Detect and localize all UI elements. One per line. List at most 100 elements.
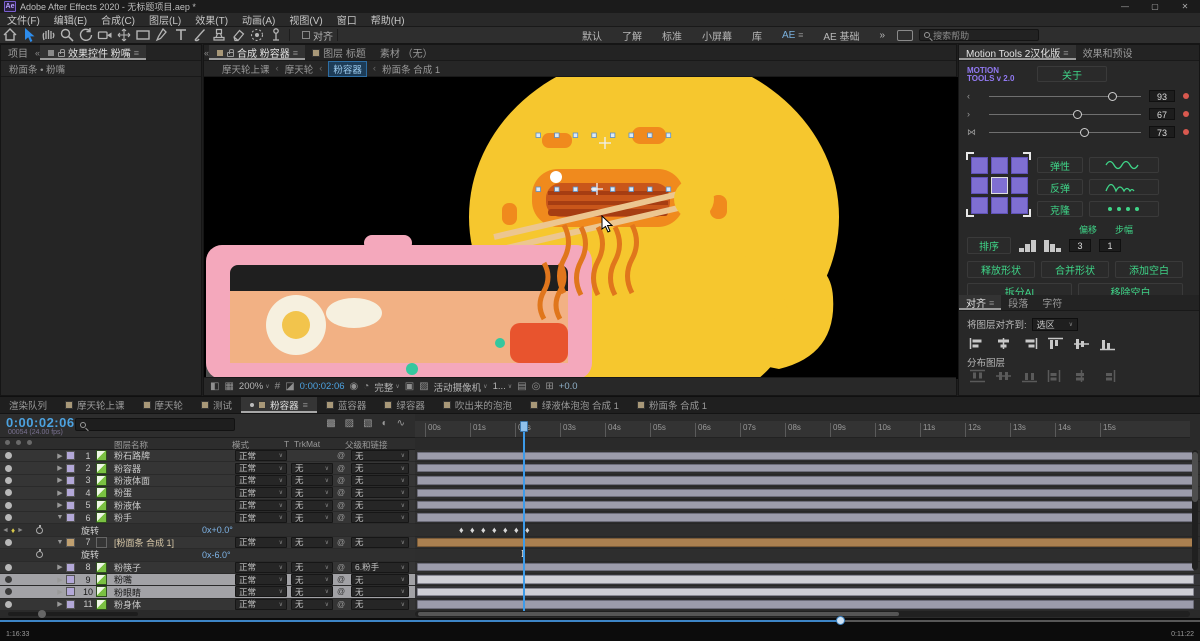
parent-dropdown[interactable]: 无∨ — [351, 487, 415, 498]
preview-monitor-icon[interactable]: ▦ — [224, 381, 233, 392]
keyframe-dot-icon[interactable] — [1183, 111, 1189, 117]
clone-dots-icon[interactable] — [1089, 201, 1159, 217]
media-browser-icon[interactable] — [897, 30, 913, 41]
grid-guides-icon[interactable]: # — [275, 381, 281, 392]
current-keyframe-icon[interactable]: ♦ — [11, 526, 15, 535]
frame-blend-icon[interactable]: ▧ — [363, 418, 372, 429]
bounce-button[interactable]: 反弹 — [1037, 179, 1083, 195]
eraser-tool-icon[interactable] — [228, 28, 247, 43]
layer-track[interactable]: I — [415, 549, 1200, 561]
comp-breadcrumb-3[interactable]: 粉面条 合成 1 — [382, 62, 440, 76]
timeline-tab-0[interactable]: 渲染队列 — [0, 397, 56, 413]
parent-dropdown[interactable]: 无∨ — [351, 574, 415, 585]
align-checkbox[interactable] — [302, 31, 310, 39]
hscroll-thumb[interactable] — [418, 612, 899, 616]
viewer-tab-2[interactable]: 素材 （无） — [373, 45, 440, 60]
stopwatch-icon[interactable] — [36, 527, 43, 534]
pick-whip-icon[interactable]: @ — [337, 451, 351, 460]
distribute-top-icon[interactable] — [969, 369, 986, 383]
timeline-tab-3[interactable]: 测试 — [192, 397, 241, 413]
comp-breadcrumb-2[interactable]: 粉容器 — [328, 61, 367, 77]
player-progress-track[interactable] — [0, 620, 1200, 622]
keyframe-icon[interactable]: ♦ — [470, 525, 475, 535]
panel-menu-icon[interactable]: ≡ — [303, 400, 308, 410]
layer-track[interactable] — [415, 537, 1200, 549]
mask-visibility-icon[interactable]: ◪ — [285, 381, 294, 392]
playhead-handle[interactable] — [520, 421, 528, 432]
puppet-tool-icon[interactable] — [266, 28, 285, 43]
pick-whip-icon[interactable]: @ — [337, 464, 351, 473]
next-keyframe-icon[interactable]: ► — [17, 527, 24, 534]
trkmat-dropdown[interactable]: 无∨ — [291, 512, 337, 523]
label-color-swatch[interactable] — [66, 563, 80, 572]
elastic-curve-icon[interactable] — [1089, 157, 1159, 173]
layer-duration-bar[interactable] — [417, 476, 1194, 484]
twirl-icon[interactable]: ▶ — [54, 464, 66, 472]
parent-dropdown[interactable]: 无∨ — [351, 599, 415, 610]
sort-button[interactable]: 排序 — [967, 237, 1011, 254]
layer-name[interactable]: 粉石路牌 — [114, 450, 235, 462]
roto-brush-tool-icon[interactable] — [247, 28, 266, 43]
menu-item-5[interactable]: 动画(A) — [235, 12, 282, 27]
eye-icon[interactable] — [5, 576, 12, 583]
vscroll-thumb[interactable] — [1192, 452, 1198, 502]
panel-menu-icon[interactable]: ≡ — [134, 48, 139, 58]
layer-track[interactable] — [415, 586, 1200, 598]
layer-track[interactable] — [415, 450, 1200, 462]
timeline-zoom-slider[interactable] — [8, 612, 138, 616]
add-blank-button[interactable]: 添加空白 — [1115, 261, 1183, 278]
layer-track[interactable] — [415, 599, 1200, 610]
keyframe-navigator[interactable]: ◄♦► — [2, 526, 24, 535]
parent-dropdown[interactable]: 无∨ — [351, 463, 415, 474]
timeline-horizontal-scrollbar[interactable] — [415, 611, 1190, 617]
trkmat-dropdown[interactable]: 无∨ — [291, 562, 337, 573]
fast-previews-icon[interactable]: ◎ — [532, 381, 541, 392]
hand-tool-icon[interactable] — [38, 28, 57, 43]
trkmat-dropdown[interactable]: 无∨ — [291, 475, 337, 486]
label-color-swatch[interactable] — [66, 538, 80, 547]
layer-duration-bar[interactable] — [417, 538, 1194, 546]
layer-row-7[interactable]: ▼7[粉面条 合成 1]正常∨无∨@无∨ — [0, 537, 1200, 549]
zoom-slider-thumb[interactable] — [38, 610, 46, 618]
mode-dropdown[interactable]: 正常∨ — [235, 512, 291, 523]
parent-dropdown[interactable]: 无∨ — [351, 512, 415, 523]
eye-icon[interactable] — [5, 514, 12, 521]
keyframe-icon[interactable]: ♦ — [459, 525, 464, 535]
camera-tool-icon[interactable] — [95, 28, 114, 43]
trkmat-dropdown[interactable]: 无∨ — [291, 487, 337, 498]
mode-dropdown[interactable]: 正常∨ — [235, 500, 291, 511]
panel-menu-icon[interactable]: ≡ — [293, 48, 298, 58]
keyframe-dot-icon[interactable] — [1183, 93, 1189, 99]
pick-whip-icon[interactable]: @ — [337, 476, 351, 485]
eye-icon[interactable] — [5, 465, 12, 472]
layer-track[interactable] — [415, 562, 1200, 574]
panel-menu-icon[interactable]: ≡ — [989, 298, 994, 308]
layer-track[interactable] — [415, 487, 1200, 499]
menu-item-0[interactable]: 文件(F) — [0, 12, 47, 27]
menu-item-1[interactable]: 编辑(E) — [47, 12, 94, 27]
layer-row-6[interactable]: ▼6粉手正常∨无∨@无∨ — [0, 512, 1200, 524]
twirl-icon[interactable]: ▶ — [54, 563, 66, 571]
layer-track[interactable] — [415, 574, 1200, 586]
pick-whip-icon[interactable]: @ — [337, 563, 351, 572]
mini-flowchart-icon[interactable]: ▩ — [326, 418, 335, 429]
layer-duration-bar[interactable] — [417, 600, 1194, 608]
layer-row-8[interactable]: ▶8粉筷子正常∨无∨@6.粉手∨ — [0, 562, 1200, 574]
layer-track[interactable] — [415, 500, 1200, 512]
selection-tool-icon[interactable] — [19, 28, 38, 43]
layer-name[interactable]: 粉容器 — [114, 462, 235, 475]
menu-item-8[interactable]: 帮助(H) — [364, 12, 412, 27]
keyframe-dot-icon[interactable] — [1183, 129, 1189, 135]
layer-track[interactable] — [415, 512, 1200, 524]
mode-dropdown[interactable]: 正常∨ — [235, 450, 291, 461]
twirl-icon[interactable]: ▶ — [54, 588, 66, 596]
layer-name[interactable]: 粉嘴 — [114, 573, 235, 586]
align-left-icon[interactable] — [969, 337, 986, 351]
anchor-grid[interactable] — [971, 157, 1028, 214]
twirl-icon[interactable]: ▶ — [54, 501, 66, 509]
anchor-cell-5[interactable] — [1011, 177, 1028, 194]
workspace-0[interactable]: 默认 — [572, 28, 612, 43]
anchor-cell-7[interactable] — [991, 197, 1008, 214]
eye-icon[interactable] — [5, 539, 12, 546]
twirl-icon[interactable]: ▶ — [54, 600, 66, 608]
